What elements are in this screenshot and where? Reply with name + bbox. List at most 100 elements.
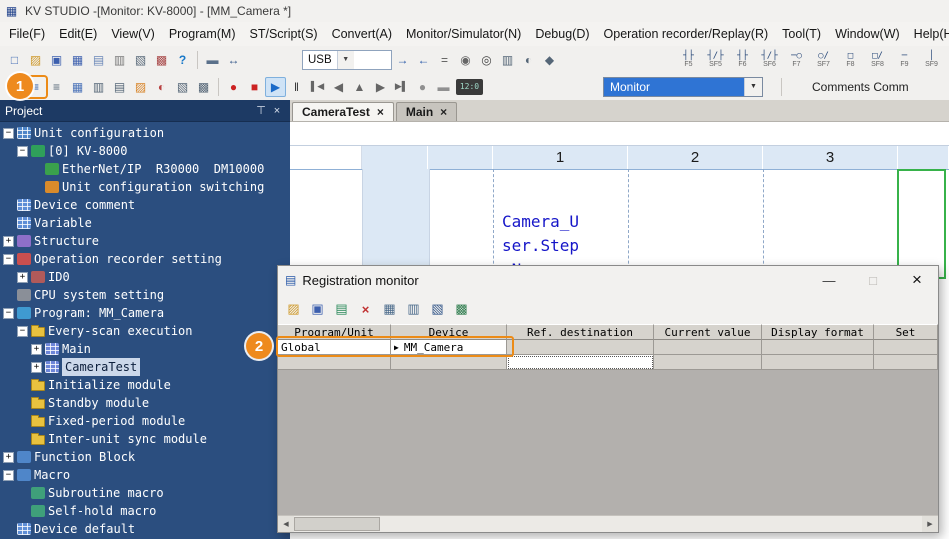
pause-icon[interactable]: ‖	[286, 77, 307, 97]
tree-item-id0[interactable]: +ID0	[0, 268, 290, 286]
new-window-icon[interactable]: ▤	[88, 50, 109, 70]
fkey-f5-button[interactable]: ┤├F5	[675, 49, 702, 71]
expander-icon[interactable]: +	[31, 362, 42, 373]
record-stop-icon[interactable]: ■	[244, 77, 265, 97]
connection-icon[interactable]: ↔	[223, 50, 244, 70]
verify-icon[interactable]: =	[434, 50, 455, 70]
replay-icon[interactable]: ◐	[151, 77, 172, 97]
copy-icon[interactable]: ▥	[109, 50, 130, 70]
register-device-icon[interactable]: ▤	[331, 299, 352, 320]
cell-set[interactable]	[874, 340, 938, 355]
fkey-sf9-button[interactable]: │SF9	[918, 49, 945, 71]
monitor-mode-select[interactable]: Monitor ▼	[603, 77, 763, 97]
tree-item-unit-configuration[interactable]: −Unit configuration	[0, 124, 290, 142]
tree-item-operation-recorder-setting[interactable]: −Operation recorder setting	[0, 250, 290, 268]
fkey-f9-button[interactable]: ─F9	[891, 49, 918, 71]
fkey-sf5-button[interactable]: ┤/├SF5	[702, 49, 729, 71]
read-from-plc-icon[interactable]: ▧	[427, 299, 448, 320]
fkey-sf7-button[interactable]: ○/SF7	[810, 49, 837, 71]
chevron-down-icon[interactable]: ▼	[337, 51, 354, 69]
cell-current-value[interactable]	[654, 355, 762, 370]
transfer-setup-icon[interactable]: ▬	[202, 50, 223, 70]
horizontal-scrollbar[interactable]: ◀ ▶	[278, 515, 938, 532]
help-icon[interactable]: ?	[172, 50, 193, 70]
chevron-down-icon[interactable]: ▼	[744, 78, 762, 96]
pc-to-plc-icon[interactable]: →	[392, 50, 413, 70]
cell-ref-destination[interactable]	[507, 340, 654, 355]
tree-item-inter-unit-sync-module[interactable]: Inter-unit sync module	[0, 430, 290, 448]
tree-item-every-scan-execution[interactable]: −Every-scan execution	[0, 322, 290, 340]
tree-item-cameratest[interactable]: +CameraTest	[0, 358, 290, 376]
fkey-sf6-button[interactable]: ┤/├SF6	[756, 49, 783, 71]
menu-view[interactable]: View(V)	[104, 24, 162, 44]
clock-icon[interactable]: ◐	[518, 50, 539, 70]
expander-icon[interactable]: −	[17, 326, 28, 337]
registration-monitor-titlebar[interactable]: ▤ Registration monitor — □ ×	[278, 266, 938, 294]
pin-icon[interactable]: ⊤	[253, 104, 269, 117]
prev-icon[interactable]: ◀	[328, 77, 349, 97]
unit-monitor-icon[interactable]: ▤	[109, 77, 130, 97]
monitor-display-icon[interactable]: ▩	[451, 299, 472, 320]
expander-icon[interactable]: −	[17, 146, 28, 157]
device-monitor-icon[interactable]: ▥	[88, 77, 109, 97]
operation-recorder-icon[interactable]: ▩	[193, 77, 214, 97]
save-icon[interactable]: ▣	[46, 50, 67, 70]
menu-edit[interactable]: Edit(E)	[52, 24, 104, 44]
cell-display-format[interactable]	[762, 355, 874, 370]
step-back-icon[interactable]: ▌◀	[307, 77, 328, 97]
menu-debug[interactable]: Debug(D)	[528, 24, 596, 44]
new-file-icon[interactable]: □	[4, 50, 25, 70]
expander-icon[interactable]: −	[3, 254, 14, 265]
delete-row-icon[interactable]: ▥	[403, 299, 424, 320]
up-icon[interactable]: ▲	[349, 77, 370, 97]
search-icon[interactable]: ◎	[476, 50, 497, 70]
menu-window[interactable]: Window(W)	[828, 24, 907, 44]
print-icon[interactable]: ▧	[130, 50, 151, 70]
menu-tool[interactable]: Tool(T)	[775, 24, 828, 44]
scrollbar-thumb[interactable]	[294, 517, 380, 531]
step-forward-icon[interactable]: ▶▌	[391, 77, 412, 97]
tree-item-function-block[interactable]: +Function Block	[0, 448, 290, 466]
cell-device[interactable]	[391, 355, 507, 370]
options-icon[interactable]: ◆	[539, 50, 560, 70]
tree-item-subroutine-macro[interactable]: Subroutine macro	[0, 484, 290, 502]
maximize-icon[interactable]: □	[854, 268, 892, 292]
cell-current-value[interactable]	[654, 340, 762, 355]
menu-operation-recorder-replay[interactable]: Operation recorder/Replay(R)	[597, 24, 776, 44]
recorder-setting-icon[interactable]: ▧	[172, 77, 193, 97]
fkey-f8-button[interactable]: □F8	[837, 49, 864, 71]
expander-icon[interactable]: +	[3, 452, 14, 463]
close-icon[interactable]: ×	[269, 105, 285, 117]
tab-cameratest[interactable]: CameraTest ×	[292, 102, 394, 121]
tree-item-structure[interactable]: +Structure	[0, 232, 290, 250]
menu-convert[interactable]: Convert(A)	[325, 24, 399, 44]
ladder-monitor-icon[interactable]: ▦	[67, 77, 88, 97]
expander-icon[interactable]: −	[3, 128, 14, 139]
cell-program-unit[interactable]	[278, 355, 391, 370]
scroll-right-icon[interactable]: ▶	[922, 516, 938, 532]
batch-monitor-icon[interactable]: ≡	[46, 77, 67, 97]
menu-st-script[interactable]: ST/Script(S)	[243, 24, 325, 44]
record-icon[interactable]: ●	[223, 77, 244, 97]
insert-row-icon[interactable]: ▦	[379, 299, 400, 320]
tree-item-macro[interactable]: −Macro	[0, 466, 290, 484]
device-search-icon[interactable]: ▥	[497, 50, 518, 70]
expander-icon[interactable]: +	[17, 272, 28, 283]
tree-item-variable[interactable]: Variable	[0, 214, 290, 232]
ladder-cursor[interactable]	[897, 169, 946, 279]
tree-item-standby-module[interactable]: Standby module	[0, 394, 290, 412]
cell-display-format[interactable]	[762, 340, 874, 355]
save-all-icon[interactable]: ▦	[67, 50, 88, 70]
tree-item-cpu-system-setting[interactable]: CPU system setting	[0, 286, 290, 304]
simulator-icon[interactable]: ▨	[130, 77, 151, 97]
tree-item-kv-8000[interactable]: −[0] KV-8000	[0, 142, 290, 160]
tree-item-fixed-period-module[interactable]: Fixed-period module	[0, 412, 290, 430]
connection-select[interactable]: USB ▼	[302, 50, 392, 70]
comments-option-label[interactable]: Comments Comm	[812, 80, 909, 94]
menu-help[interactable]: Help(H)	[907, 24, 949, 44]
tree-item-device-comment[interactable]: Device comment	[0, 196, 290, 214]
close-icon[interactable]: ×	[440, 106, 447, 118]
scan-time-icon[interactable]: 12:0	[456, 79, 483, 95]
save-icon[interactable]: ▣	[307, 299, 328, 320]
delete-icon[interactable]: ▩	[151, 50, 172, 70]
